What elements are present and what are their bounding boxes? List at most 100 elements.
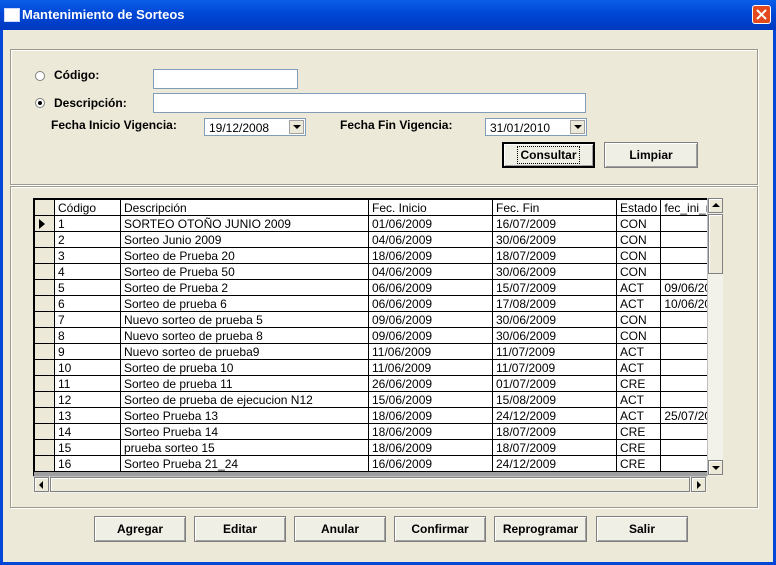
cell-estado[interactable]: CRE (615, 455, 662, 472)
row-selector[interactable] (34, 311, 55, 328)
codigo-input[interactable] (153, 69, 298, 89)
cell-codigo[interactable]: 4 (54, 263, 121, 280)
title-bar[interactable]: Mantenimiento de Sorteos (0, 0, 776, 30)
cell-estado[interactable]: CRE (615, 439, 662, 456)
row-selector[interactable] (34, 263, 55, 280)
cell-descripcion[interactable]: Nuevo sorteo de prueba 5 (120, 311, 369, 328)
cell-fec-fin[interactable]: 18/07/2009 (492, 439, 617, 456)
cell-estado[interactable]: ACT (615, 295, 662, 312)
table-row[interactable]: 15 prueba sorteo 15 18/06/2009 18/07/2009 CR… (34, 439, 716, 456)
cell-descripcion[interactable]: Sorteo de Prueba 2 (120, 279, 369, 296)
cell-descripcion[interactable]: Sorteo de Prueba 20 (120, 247, 369, 264)
cell-fec-inicio[interactable]: 06/06/2009 (368, 295, 493, 312)
scroll-right-button[interactable] (691, 477, 706, 492)
editar-button[interactable]: Editar (194, 516, 286, 542)
horizontal-scrollbar[interactable] (33, 476, 707, 493)
codigo-radio[interactable] (35, 71, 45, 81)
cell-descripcion[interactable]: Sorteo Prueba 14 (120, 423, 369, 440)
cell-fec-fin[interactable]: 15/07/2009 (492, 279, 617, 296)
cell-estado[interactable]: ACT (615, 407, 662, 424)
table-row[interactable]: 9 Nuevo sorteo de prueba9 11/06/2009 11/07/… (34, 343, 716, 360)
cell-descripcion[interactable]: prueba sorteo 15 (120, 439, 369, 456)
cell-fec-fin[interactable]: 18/07/2009 (492, 247, 617, 264)
table-row[interactable]: 8 Nuevo sorteo de prueba 8 09/06/2009 30/06… (34, 327, 716, 344)
sorteos-grid[interactable]: Código Descripción Fec. Inicio Fec. Fin … (33, 198, 723, 493)
cell-estado[interactable]: CON (615, 263, 662, 280)
cell-estado[interactable]: CON (615, 231, 662, 248)
table-row[interactable]: 5 Sorteo de Prueba 2 06/06/2009 15/07/2009 A… (34, 279, 716, 296)
cell-fec-fin[interactable]: 11/07/2009 (492, 359, 617, 376)
cell-estado[interactable]: CON (615, 327, 662, 344)
agregar-button[interactable]: Agregar (94, 516, 186, 542)
cell-codigo[interactable]: 3 (54, 247, 121, 264)
cell-fec-fin[interactable]: 16/07/2009 (492, 215, 617, 232)
row-selector[interactable] (34, 295, 55, 312)
cell-codigo[interactable]: 16 (54, 455, 121, 472)
cell-fec-fin[interactable]: 30/06/2009 (492, 263, 617, 280)
cell-codigo[interactable]: 1 (54, 215, 121, 232)
row-selector[interactable] (34, 215, 55, 232)
horizontal-scroll-thumb[interactable] (50, 477, 690, 492)
column-header-fec-fin[interactable]: Fec. Fin (492, 199, 617, 216)
cell-codigo[interactable]: 6 (54, 295, 121, 312)
cell-fec-inicio[interactable]: 18/06/2009 (368, 439, 493, 456)
row-selector[interactable] (34, 455, 55, 472)
column-header-estado[interactable]: Estado (615, 199, 662, 216)
cell-estado[interactable]: CON (615, 215, 662, 232)
row-selector[interactable] (34, 375, 55, 392)
table-row[interactable]: 13 Sorteo Prueba 13 18/06/2009 24/12/2009 AC… (34, 407, 716, 424)
cell-codigo[interactable]: 11 (54, 375, 121, 392)
cell-fec-fin[interactable]: 30/06/2009 (492, 231, 617, 248)
row-selector[interactable] (34, 231, 55, 248)
table-row[interactable]: 7 Nuevo sorteo de prueba 5 09/06/2009 30/06… (34, 311, 716, 328)
cell-fec-inicio[interactable]: 18/06/2009 (368, 407, 493, 424)
chevron-down-icon[interactable] (289, 120, 304, 134)
close-button[interactable] (752, 5, 771, 24)
cell-codigo[interactable]: 13 (54, 407, 121, 424)
cell-fec-inicio[interactable]: 26/06/2009 (368, 375, 493, 392)
cell-fec-fin[interactable]: 01/07/2009 (492, 375, 617, 392)
limpiar-button[interactable]: Limpiar (604, 142, 698, 168)
cell-descripcion[interactable]: Sorteo de prueba 10 (120, 359, 369, 376)
table-row[interactable]: 14 Sorteo Prueba 14 18/06/2009 18/07/2009 CR… (34, 423, 716, 440)
cell-fec-fin[interactable]: 30/06/2009 (492, 311, 617, 328)
cell-descripcion[interactable]: SORTEO OTOÑO JUNIO 2009 (120, 215, 369, 232)
row-selector[interactable] (34, 247, 55, 264)
row-selector[interactable] (34, 279, 55, 296)
row-selector[interactable] (34, 327, 55, 344)
cell-fec-inicio[interactable]: 01/06/2009 (368, 215, 493, 232)
cell-fec-inicio[interactable]: 18/06/2009 (368, 423, 493, 440)
cell-descripcion[interactable]: Sorteo de Prueba 50 (120, 263, 369, 280)
cell-fec-fin[interactable]: 30/06/2009 (492, 327, 617, 344)
cell-fec-inicio[interactable]: 04/06/2009 (368, 263, 493, 280)
cell-fec-inicio[interactable]: 16/06/2009 (368, 455, 493, 472)
cell-fec-fin[interactable]: 15/08/2009 (492, 391, 617, 408)
row-selector[interactable] (34, 391, 55, 408)
row-selector[interactable] (34, 407, 55, 424)
row-selector[interactable] (34, 439, 55, 456)
cell-estado[interactable]: ACT (615, 279, 662, 296)
cell-codigo[interactable]: 8 (54, 327, 121, 344)
fecha-fin-picker[interactable]: 31/01/2010 (485, 118, 587, 136)
table-row[interactable]: 11 Sorteo de prueba 11 26/06/2009 01/07/200… (34, 375, 716, 392)
cell-fec-inicio[interactable]: 18/06/2009 (368, 247, 493, 264)
salir-button[interactable]: Salir (596, 516, 688, 542)
column-header-descripcion[interactable]: Descripción (120, 199, 369, 216)
cell-fec-fin[interactable]: 24/12/2009 (492, 407, 617, 424)
cell-descripcion[interactable]: Nuevo sorteo de prueba 8 (120, 327, 369, 344)
cell-estado[interactable]: CRE (615, 423, 662, 440)
table-row[interactable]: 4 Sorteo de Prueba 50 04/06/2009 30/06/2009… (34, 263, 716, 280)
scroll-down-button[interactable] (708, 460, 723, 475)
vertical-scroll-thumb[interactable] (708, 214, 723, 274)
cell-estado[interactable]: CRE (615, 375, 662, 392)
cell-fec-fin[interactable]: 11/07/2009 (492, 343, 617, 360)
cell-estado[interactable]: ACT (615, 391, 662, 408)
anular-button[interactable]: Anular (294, 516, 386, 542)
descripcion-input[interactable] (153, 93, 586, 113)
cell-descripcion[interactable]: Sorteo de prueba 6 (120, 295, 369, 312)
descripcion-radio[interactable] (35, 98, 45, 108)
consultar-button[interactable]: Consultar (502, 142, 595, 168)
cell-descripcion[interactable]: Sorteo Prueba 13 (120, 407, 369, 424)
cell-estado[interactable]: CON (615, 247, 662, 264)
table-row[interactable]: 1 SORTEO OTOÑO JUNIO 2009 01/06/2009 16/07/… (34, 215, 716, 232)
